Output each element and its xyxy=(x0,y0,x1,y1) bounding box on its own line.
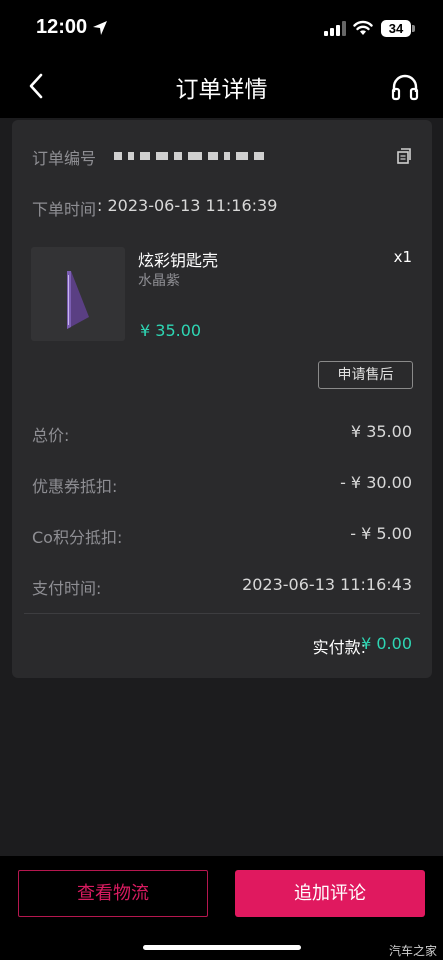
location-arrow-icon xyxy=(93,21,107,35)
top-area: 12:00 34 订单详情 xyxy=(0,0,443,118)
page-title: 订单详情 xyxy=(175,77,268,103)
headset-support-icon[interactable] xyxy=(390,72,420,102)
payment-time-label: 支付时间: xyxy=(32,579,102,598)
add-review-button[interactable]: 追加评论 xyxy=(235,870,425,917)
order-number-label: 订单编号 xyxy=(32,149,97,168)
battery-tip xyxy=(412,25,415,32)
total-price-value: ¥ 35.00 xyxy=(350,422,412,441)
product-variant: 水晶紫 xyxy=(138,273,180,289)
copy-icon[interactable] xyxy=(396,148,412,164)
view-logistics-button[interactable]: 查看物流 xyxy=(18,870,208,917)
payment-time-value: 2023-06-13 11:16:43 xyxy=(242,575,412,594)
bottom-action-bar: 查看物流 追加评论 汽车之家 xyxy=(0,856,443,960)
product-quantity: x1 xyxy=(393,248,412,266)
amount-paid-label: 实付款: xyxy=(312,638,366,657)
product-thumbnail[interactable] xyxy=(31,247,125,341)
battery-indicator: 34 xyxy=(381,20,411,37)
status-bar: 12:00 34 xyxy=(0,0,443,58)
order-time-value: : 2023-06-13 11:16:39 xyxy=(97,196,278,215)
after-sale-button[interactable]: 申请售后 xyxy=(318,361,413,389)
navigation-bar: 订单详情 xyxy=(0,58,443,118)
points-discount-value: - ¥ 5.00 xyxy=(350,524,412,543)
product-name[interactable]: 炫彩钥匙壳 xyxy=(138,247,218,271)
coupon-discount-value: - ¥ 30.00 xyxy=(340,473,412,492)
points-discount-label: Co积分抵扣: xyxy=(32,528,123,547)
divider xyxy=(24,613,420,614)
order-detail-card: 订单编号 下单时间 : 2023-06-13 11:16:39 炫彩钥匙壳 水晶… xyxy=(12,120,432,678)
watermark-text: 汽车之家 xyxy=(388,944,437,958)
key-case-image xyxy=(67,271,89,329)
product-price: ¥ 35.00 xyxy=(140,321,202,340)
amount-paid-value: ¥ 0.00 xyxy=(361,634,412,653)
masked-order-number xyxy=(114,150,264,162)
home-indicator[interactable] xyxy=(143,945,301,950)
order-time-label: 下单时间 xyxy=(32,200,97,219)
cellular-signal-icon xyxy=(324,21,346,36)
total-price-label: 总价: xyxy=(32,426,70,445)
status-time: 12:00 xyxy=(36,16,88,38)
coupon-discount-label: 优惠券抵扣: xyxy=(32,477,118,496)
wifi-icon xyxy=(353,20,373,35)
